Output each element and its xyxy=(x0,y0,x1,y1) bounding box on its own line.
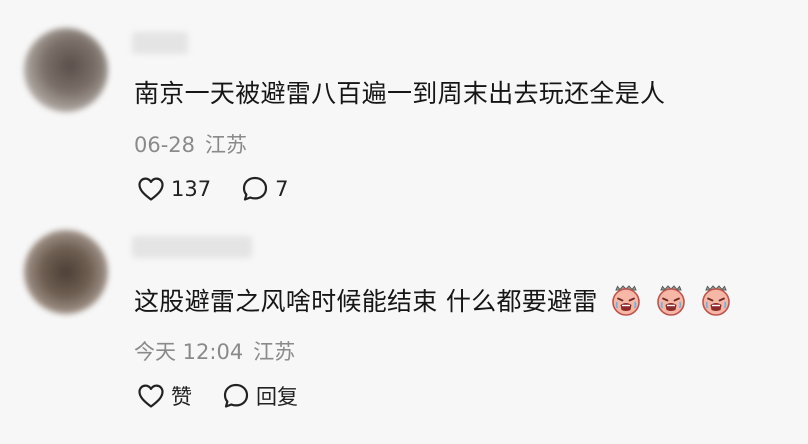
like-button[interactable]: 137 xyxy=(137,176,211,202)
reply-label: 回复 xyxy=(256,385,298,409)
comment-location: 江苏 xyxy=(253,340,296,364)
comment-text: 这股避雷之风啥时候能结束 什么都要避雷 xyxy=(134,282,733,318)
heart-outline-icon xyxy=(138,177,164,201)
comment-date: 06-28 xyxy=(134,133,196,157)
comment-text: 南京一天被避雷八百遍一到周末出去玩还全是人 xyxy=(134,79,666,108)
comment-actions: 137 7 xyxy=(137,174,318,204)
reply-count: 7 xyxy=(275,177,289,201)
username-blurred[interactable] xyxy=(132,32,188,54)
comment-date: 今天 12:04 xyxy=(134,340,244,364)
heart-outline-icon xyxy=(138,384,164,408)
username-blurred[interactable] xyxy=(132,236,252,258)
speech-bubble-outline-icon xyxy=(242,176,268,201)
comment-meta: 06-28 江苏 xyxy=(134,129,247,159)
comment-location: 江苏 xyxy=(205,133,248,157)
like-button[interactable]: 赞 xyxy=(137,381,192,411)
speech-bubble-outline-icon xyxy=(223,383,249,408)
like-label: 赞 xyxy=(171,385,192,409)
reply-button[interactable]: 7 xyxy=(241,175,288,203)
avatar[interactable] xyxy=(24,28,108,112)
crying-face-emoji xyxy=(657,285,685,316)
comment-text-content: 这股避雷之风啥时候能结束 什么都要避雷 xyxy=(134,287,598,316)
reply-button[interactable]: 回复 xyxy=(222,381,298,411)
crying-face-emoji xyxy=(702,285,731,316)
comment-meta: 今天 12:04 江苏 xyxy=(134,336,295,366)
avatar[interactable] xyxy=(24,230,108,314)
comment-actions: 赞 回复 xyxy=(137,381,328,411)
crying-face-emoji xyxy=(612,285,640,316)
like-count: 137 xyxy=(171,177,212,201)
